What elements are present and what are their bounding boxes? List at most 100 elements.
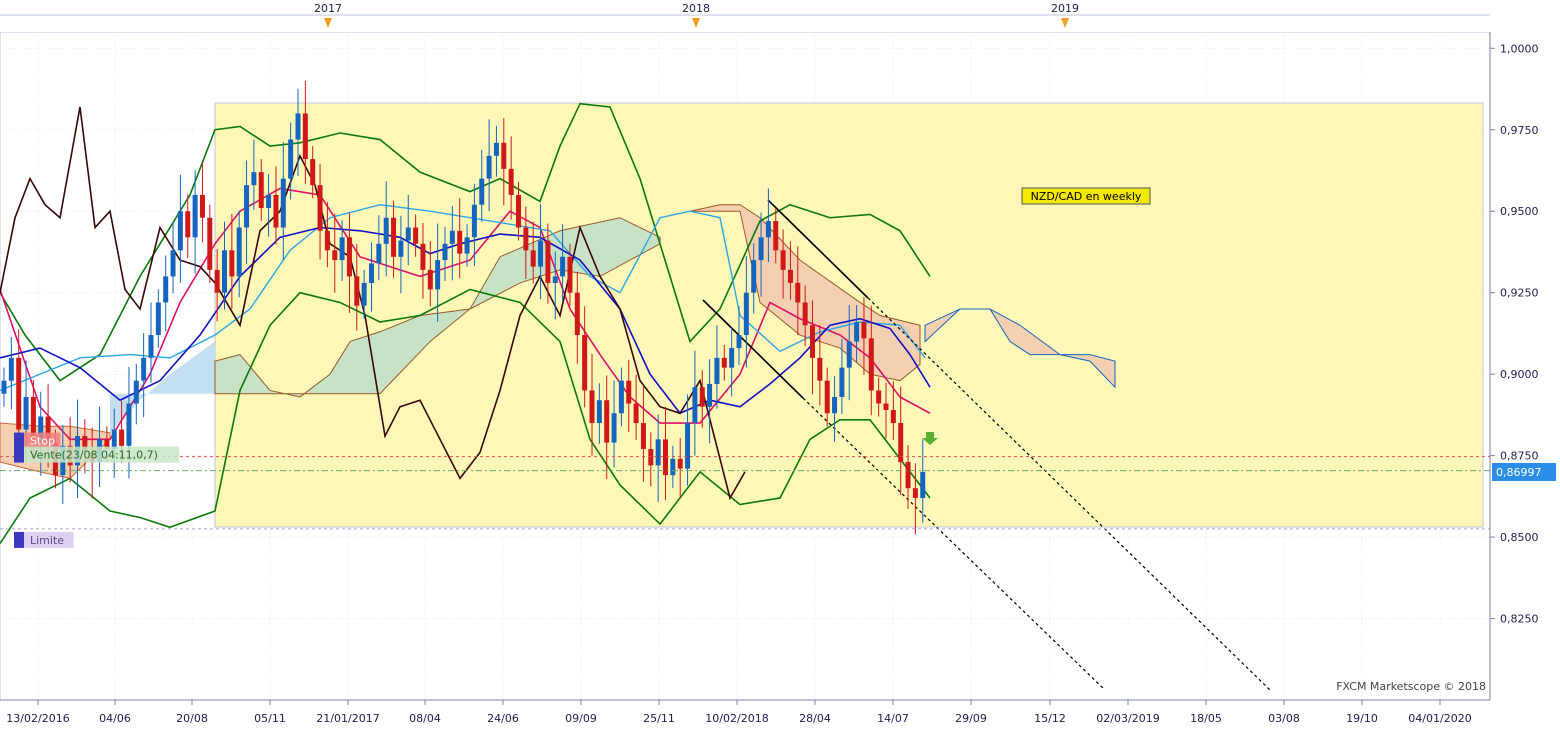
x-tick-label: 02/03/2019 [1096, 712, 1159, 725]
x-tick-label: 15/12 [1034, 712, 1066, 725]
candle-body [839, 367, 845, 397]
candle-body [699, 387, 705, 407]
candle-body [413, 227, 419, 244]
candle-body [854, 322, 860, 342]
candle-body [920, 471, 926, 498]
y-tick-label: 0,9750 [1500, 124, 1539, 137]
candle-body [346, 237, 352, 277]
limit-order-label: Limite [30, 534, 64, 547]
candle-body [817, 357, 823, 381]
current-price-text: 0,86997 [1496, 466, 1542, 479]
sell-order-handle [14, 446, 24, 463]
instrument-label: NZD/CAD en weekly [1031, 190, 1142, 203]
candle-body [538, 240, 544, 267]
candle-body [177, 211, 183, 251]
candle-body [442, 243, 448, 261]
candle-body [310, 159, 316, 186]
candle-body [707, 383, 713, 407]
y-tick-label: 0,9250 [1500, 287, 1539, 300]
candle-body [1, 380, 7, 394]
candle-body [516, 194, 521, 228]
candle-body [574, 292, 580, 336]
candle-body [391, 217, 397, 257]
x-tick-label: 29/09 [955, 712, 987, 725]
year-strip [0, 0, 1560, 32]
candle-body [16, 357, 22, 430]
x-tick-label: 04/01/2020 [1408, 712, 1471, 725]
x-tick-label: 13/02/2016 [6, 712, 69, 725]
stop-order-handle [14, 432, 24, 449]
candle-body [435, 260, 441, 290]
candle-body [8, 357, 14, 381]
sell-order-label: Vente(23/08 04:11,0,7) [30, 449, 158, 462]
y-tick-label: 1,0000 [1500, 42, 1539, 55]
limit-order-handle [14, 531, 24, 548]
candle-body [501, 142, 507, 169]
candle-body [648, 449, 654, 466]
candle-body [427, 269, 433, 290]
candle-body [111, 429, 117, 450]
x-tick-label: 14/07 [877, 712, 909, 725]
candle-body [729, 348, 735, 368]
candle-body [266, 194, 272, 208]
candle-body [765, 220, 771, 238]
candle-body [618, 380, 624, 414]
candle-body [471, 204, 477, 238]
candle-body [545, 240, 551, 283]
candle-body [596, 400, 602, 424]
x-tick-label: 04/06 [99, 712, 131, 725]
nzdcad-weekly-chart[interactable]: StopVente(23/08 04:11,0,7) Limite 13/02/2… [0, 0, 1560, 731]
candle-body [479, 178, 485, 205]
x-tick-label: 25/11 [643, 712, 675, 725]
candle-body [787, 269, 793, 283]
candle-body [640, 423, 646, 450]
candle-body [604, 400, 610, 443]
candle-body [288, 139, 294, 179]
candle-body [185, 211, 191, 238]
candle-body [633, 403, 639, 424]
candle-body [133, 380, 139, 404]
candle-body [795, 282, 801, 303]
candle-body [876, 390, 882, 404]
candle-body [582, 335, 588, 391]
candle-body [163, 276, 169, 303]
candle-body [670, 458, 676, 476]
candle-body [148, 335, 154, 358]
candle-body [332, 250, 338, 261]
candle-body [339, 237, 345, 261]
candle-body [126, 403, 132, 446]
x-tick-label: 18/05 [1190, 712, 1222, 725]
x-tick-label: 09/09 [565, 712, 597, 725]
candle-body [449, 230, 455, 244]
candle-body [655, 439, 661, 466]
candle-body [317, 185, 323, 231]
candle-body [236, 227, 242, 277]
candle-body [273, 194, 279, 228]
year-label: 2018 [682, 2, 710, 15]
candle-body [354, 276, 360, 306]
candle-body [552, 276, 558, 283]
candle-body [119, 429, 125, 446]
x-tick-label: 05/11 [254, 712, 286, 725]
candle-body [736, 335, 742, 349]
candle-body [861, 322, 867, 339]
candle-body [567, 256, 573, 293]
candle-body [192, 194, 198, 238]
candle-body [868, 338, 874, 391]
watermark: FXCM Marketscope © 2018 [1336, 680, 1486, 693]
candle-body [141, 357, 147, 381]
candle-body [398, 240, 404, 257]
candle-body [773, 220, 779, 251]
candle-body [721, 357, 727, 368]
candle-body [222, 250, 227, 293]
candle-body [420, 243, 426, 270]
candle-body [560, 256, 566, 277]
candle-body [295, 113, 301, 140]
candle-body [810, 325, 815, 358]
chart-container: Stop Vente(23/08 04:11,0,7) Limite 13/02/2… [0, 0, 1560, 731]
candle-body [457, 230, 463, 254]
candle-body [302, 113, 308, 160]
candle-body [714, 357, 720, 384]
candle-body [846, 341, 852, 368]
x-tick-label: 03/08 [1268, 712, 1300, 725]
